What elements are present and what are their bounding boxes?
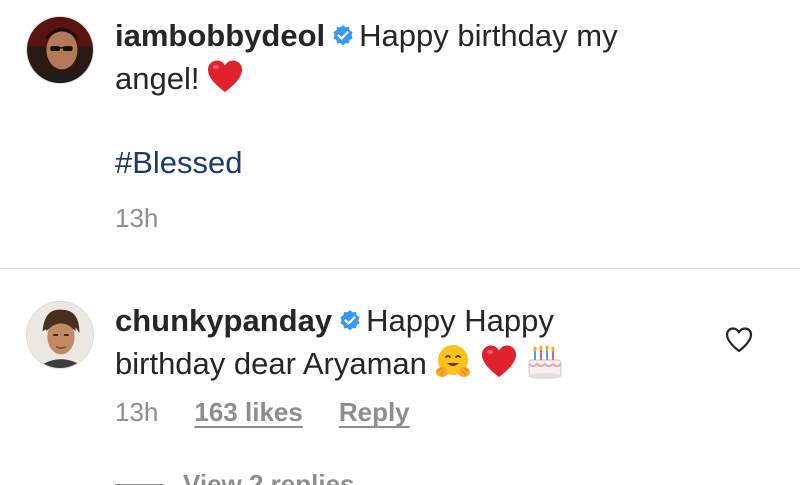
view-replies-button[interactable]: View 2 replies — [115, 469, 355, 485]
hashtag-link[interactable]: #Blessed — [115, 142, 710, 184]
caption-comment: iambobbydeol Happy birthday my angel! #Bl… — [0, 0, 800, 268]
view-replies-label: View 2 replies — [183, 469, 355, 485]
like-comment-button[interactable] — [724, 325, 754, 355]
heart-outline-icon — [725, 327, 753, 353]
comment-chunkypanday: chunkypanday Happy Happy birthday dear Ar… — [0, 269, 800, 485]
caption-meta: 13h — [115, 203, 194, 234]
red-heart-emoji — [479, 342, 519, 382]
reply-button[interactable]: Reply — [339, 397, 410, 428]
birthday-cake-emoji — [525, 342, 565, 382]
verified-badge-icon — [338, 309, 362, 333]
timestamp[interactable]: 13h — [115, 203, 158, 234]
red-heart-emoji — [205, 57, 245, 97]
avatar-iambobbydeol[interactable] — [26, 16, 94, 84]
avatar-chunkypanday[interactable] — [26, 301, 94, 369]
avatar-photo — [27, 17, 93, 83]
comments-panel: iambobbydeol Happy birthday my angel! #Bl… — [0, 0, 800, 485]
hugging-face-emoji — [433, 342, 473, 382]
caption-body: iambobbydeol Happy birthday my angel! #Bl… — [115, 15, 710, 184]
comment-body: chunkypanday Happy Happy birthday dear Ar… — [115, 300, 630, 385]
comment-meta: 13h 163 likes Reply — [115, 397, 410, 428]
likes-count-link[interactable]: 163 likes — [194, 397, 302, 428]
username[interactable]: chunkypanday — [115, 303, 332, 338]
timestamp[interactable]: 13h — [115, 397, 158, 428]
username[interactable]: iambobbydeol — [115, 18, 325, 53]
avatar-photo — [27, 302, 93, 368]
verified-badge-icon — [331, 24, 355, 48]
